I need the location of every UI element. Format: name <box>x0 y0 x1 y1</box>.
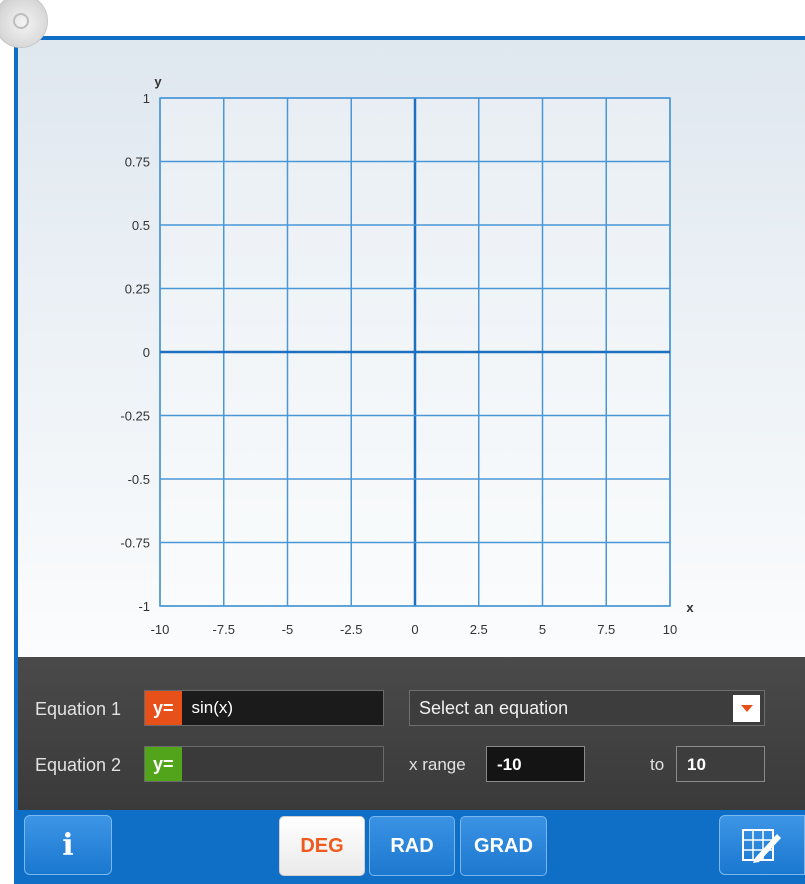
x-tick-label: -5 <box>282 622 294 637</box>
grad-button[interactable]: GRAD <box>460 816 547 876</box>
graph-area: -10 -7.5 -5 -2.5 0 2.5 5 7.5 10 1 0.75 0.5 0.25 0 -0.2… <box>18 40 805 657</box>
bottom-toolbar: i DEG RAD GRAD <box>14 810 805 884</box>
graph-settings-button[interactable] <box>719 815 805 875</box>
x-tick-label: -7.5 <box>213 622 235 637</box>
equation-2-label: Equation 2 <box>35 755 122 775</box>
dropdown-arrow-icon[interactable] <box>733 694 760 722</box>
equation-select-value: Select an equation <box>419 697 569 718</box>
y-tick-label: -0.25 <box>120 409 150 424</box>
x-tick-label: 10 <box>663 622 677 637</box>
info-button[interactable]: i <box>24 815 112 875</box>
equation-panel: Equation 1 y= sin(x) Equation 2 y= Selec… <box>18 657 805 810</box>
x-tick-label: 0 <box>411 622 418 637</box>
equation-2-input[interactable]: y= <box>144 746 384 782</box>
x-range-to-label: to <box>650 755 665 774</box>
x-tick-label: 2.5 <box>470 622 488 637</box>
y-tick-label: -0.5 <box>128 472 150 487</box>
x-axis-label: x <box>686 600 694 615</box>
equation-1-label: Equation 1 <box>35 699 122 719</box>
equation-1-prefix: y= <box>145 691 182 725</box>
x-range-from-input[interactable]: -10 <box>486 746 585 782</box>
x-range-to-input[interactable]: 10 <box>676 746 765 782</box>
rad-button[interactable]: RAD <box>369 816 455 876</box>
deg-button[interactable]: DEG <box>279 816 365 876</box>
x-range-label: x range <box>409 755 466 774</box>
info-icon: i <box>62 827 74 863</box>
y-tick-label: 1 <box>143 91 150 106</box>
equation-2-prefix: y= <box>145 747 182 781</box>
y-tick-label: -0.75 <box>120 536 150 551</box>
equation-1-input[interactable]: y= sin(x) <box>144 690 384 726</box>
y-tick-label: 0.5 <box>132 218 150 233</box>
y-tick-label: 0.25 <box>125 282 150 297</box>
x-tick-label: -10 <box>151 622 170 637</box>
graph-plot: -10 -7.5 -5 -2.5 0 2.5 5 7.5 10 1 0.75 0.5 0.25 0 -0.2… <box>120 74 694 637</box>
graph-settings-icon <box>742 829 781 863</box>
x-tick-label: 7.5 <box>597 622 615 637</box>
x-tick-label: -2.5 <box>340 622 362 637</box>
graphing-calculator: -10 -7.5 -5 -2.5 0 2.5 5 7.5 10 1 0.75 0.5 0.25 0 -0.2… <box>14 36 805 884</box>
y-axis-label: y <box>154 74 162 89</box>
equation-select[interactable]: Select an equation <box>409 690 765 726</box>
y-tick-label: 0.75 <box>125 155 150 170</box>
y-tick-label: 0 <box>143 345 150 360</box>
equation-1-value: sin(x) <box>191 698 234 717</box>
x-tick-label: 5 <box>539 622 546 637</box>
y-tick-label: -1 <box>138 599 150 614</box>
